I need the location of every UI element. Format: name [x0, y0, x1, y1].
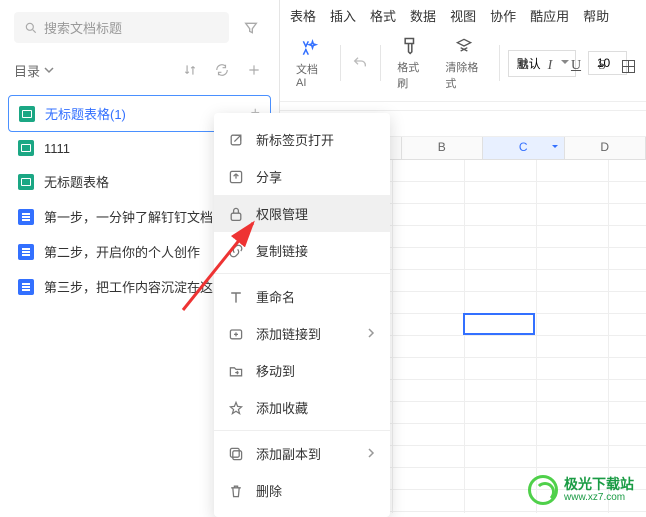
menu-item[interactable]: 帮助	[583, 6, 609, 25]
text-icon	[228, 289, 244, 305]
ctx-label: 移动到	[256, 361, 376, 380]
ctx-label: 权限管理	[256, 204, 376, 223]
ctx-copy-link[interactable]: 复制链接	[214, 232, 390, 269]
tool-undo[interactable]	[348, 55, 372, 71]
plus-icon	[247, 63, 261, 77]
chevron-right-icon	[366, 446, 376, 461]
menu-item[interactable]: 数据	[410, 6, 436, 25]
ctx-label: 新标签页打开	[256, 130, 376, 149]
filter-button[interactable]	[237, 14, 265, 42]
copy-icon	[228, 446, 244, 462]
ctx-share[interactable]: 分享	[214, 158, 390, 195]
menu-item[interactable]: 插入	[330, 6, 356, 25]
italic-button[interactable]: I	[540, 56, 560, 76]
refresh-icon	[215, 63, 229, 77]
file-name: 无标题表格(1)	[45, 104, 217, 123]
underline-button[interactable]: U	[566, 56, 586, 76]
search-icon	[24, 21, 38, 35]
lock-icon	[228, 206, 244, 222]
search-placeholder: 搜索文档标题	[44, 18, 122, 37]
ctx-add-copy-to[interactable]: 添加副本到	[214, 435, 390, 472]
ctx-label: 添加副本到	[256, 444, 354, 463]
menubar: 表格插入格式数据视图协作酷应用帮助	[280, 0, 646, 31]
formatbrush-icon	[399, 35, 423, 57]
ctx-rename[interactable]: 重命名	[214, 278, 390, 315]
tool-formatbrush[interactable]: 格式刷	[389, 35, 433, 91]
clearformat-icon	[452, 35, 476, 57]
selected-cell[interactable]	[463, 313, 535, 335]
add-button[interactable]	[243, 59, 265, 81]
sheet-icon	[19, 106, 35, 122]
format-row	[280, 102, 646, 111]
trash-icon	[228, 483, 244, 499]
add-link-icon	[228, 326, 244, 342]
doc-icon	[18, 209, 34, 225]
watermark-url: www.xz7.com	[564, 492, 634, 503]
sort-button[interactable]	[179, 59, 201, 81]
menu-item[interactable]: 酷应用	[530, 6, 569, 25]
share-icon	[228, 169, 244, 185]
column-header[interactable]: C	[483, 137, 565, 159]
undo-icon	[352, 55, 368, 71]
tool-clearformat[interactable]: 清除格式	[437, 35, 490, 91]
ctx-label: 添加链接到	[256, 324, 354, 343]
chevron-down-icon	[44, 65, 54, 75]
ctx-add-link-to[interactable]: 添加链接到	[214, 315, 390, 352]
ctx-permissions[interactable]: 权限管理	[214, 195, 390, 232]
ctx-add-favorite[interactable]: 添加收藏	[214, 389, 390, 426]
ai-icon	[298, 37, 322, 59]
column-header[interactable]: D	[565, 137, 646, 159]
watermark-title: 极光下载站	[564, 477, 634, 492]
ctx-label: 分享	[256, 167, 376, 186]
watermark: 极光下载站 www.xz7.com	[528, 475, 634, 505]
search-input[interactable]: 搜索文档标题	[14, 12, 229, 43]
star-icon	[228, 400, 244, 416]
doc-icon	[18, 244, 34, 260]
ctx-label: 添加收藏	[256, 398, 376, 417]
doc-icon	[18, 279, 34, 295]
menu-item[interactable]: 表格	[290, 6, 316, 25]
menu-item[interactable]: 格式	[370, 6, 396, 25]
chevron-right-icon	[366, 326, 376, 341]
ctx-label: 删除	[256, 481, 376, 500]
link-icon	[228, 243, 244, 259]
strike-button[interactable]: S	[592, 56, 612, 76]
ctx-label: 复制链接	[256, 241, 376, 260]
folder-move-icon	[228, 363, 244, 379]
filter-icon	[243, 20, 259, 36]
directory-label[interactable]: 目录	[14, 61, 54, 80]
tool-ai[interactable]: 文档AI	[288, 37, 332, 89]
refresh-button[interactable]	[211, 59, 233, 81]
column-header[interactable]: B	[402, 137, 484, 159]
sheet-icon	[18, 140, 34, 156]
watermark-logo-icon	[528, 475, 558, 505]
external-icon	[228, 132, 244, 148]
context-menu: 新标签页打开分享权限管理复制链接重命名添加链接到移动到添加收藏添加副本到删除	[214, 113, 390, 517]
ctx-move-to[interactable]: 移动到	[214, 352, 390, 389]
sort-icon	[183, 63, 197, 77]
sheet-icon	[18, 174, 34, 190]
ctx-open-new-tab[interactable]: 新标签页打开	[214, 121, 390, 158]
menu-item[interactable]: 协作	[490, 6, 516, 25]
border-button[interactable]	[618, 56, 638, 76]
bold-button[interactable]: B	[514, 56, 534, 76]
ctx-delete[interactable]: 删除	[214, 472, 390, 509]
chevron-down-icon	[552, 145, 558, 151]
menu-item[interactable]: 视图	[450, 6, 476, 25]
ctx-label: 重命名	[256, 287, 376, 306]
